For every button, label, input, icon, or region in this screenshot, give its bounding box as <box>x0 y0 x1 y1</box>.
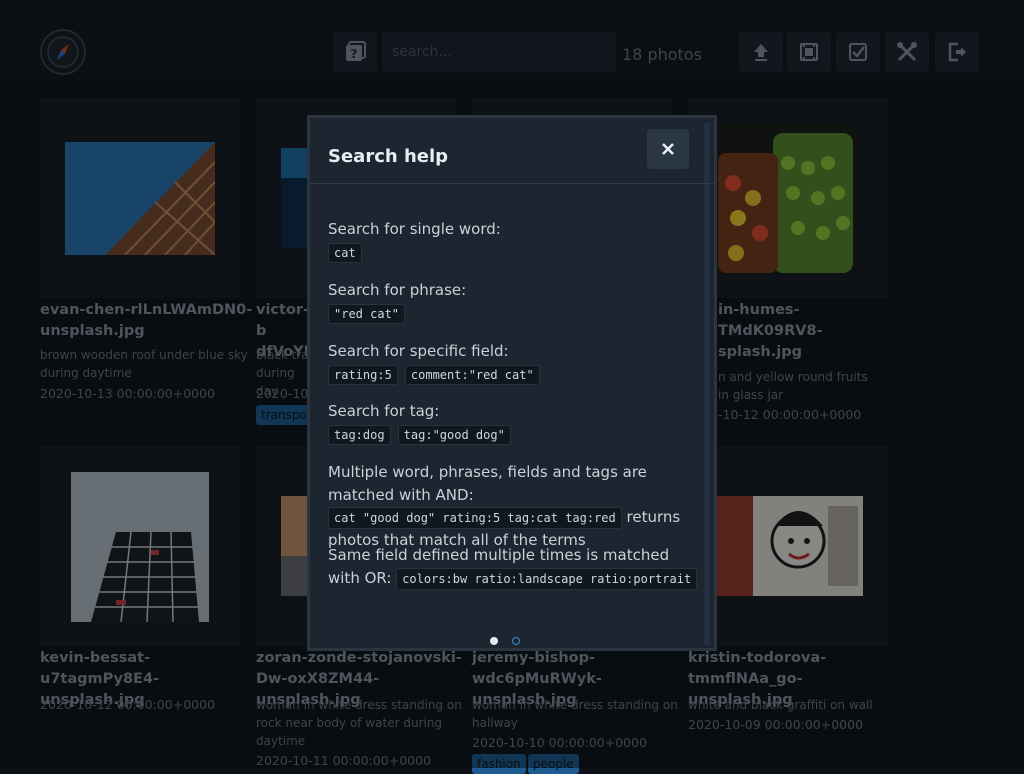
and-text: Multiple word, phrases, fields and tags … <box>328 463 647 504</box>
code-example: comment:"red cat" <box>404 365 540 385</box>
code-example: cat <box>328 243 362 263</box>
close-icon <box>662 143 674 155</box>
tag-example: tag:dog tag:"good dog" <box>328 424 513 445</box>
field-label: Search for specific field: <box>328 342 509 360</box>
close-button[interactable] <box>647 129 689 169</box>
page-dot-1[interactable] <box>490 637 498 645</box>
page-dot-2[interactable] <box>512 637 520 645</box>
and-explanation: Multiple word, phrases, fields and tags … <box>328 461 700 552</box>
code-example: tag:"good dog" <box>397 425 511 445</box>
code-example: "red cat" <box>328 304 406 324</box>
code-example: rating:5 <box>328 365 398 385</box>
modal-scrollbar[interactable] <box>704 122 710 646</box>
or-explanation: Same field defined multiple times is mat… <box>328 544 700 590</box>
pagination-dots <box>490 630 534 649</box>
modal-title: Search help <box>328 146 449 167</box>
search-help-modal: Search help Search for single word: cat … <box>307 115 717 651</box>
code-example: tag:dog <box>328 425 391 445</box>
code-example: cat "good dog" rating:5 tag:cat tag:red <box>328 507 622 529</box>
code-example: colors:bw ratio:landscape ratio:portrait <box>396 567 698 590</box>
phrase-example: "red cat" <box>328 303 407 324</box>
modal-divider <box>310 183 714 184</box>
tag-label: Search for tag: <box>328 402 440 420</box>
field-example: rating:5 comment:"red cat" <box>328 364 542 385</box>
phrase-label: Search for phrase: <box>328 281 467 299</box>
single-word-label: Search for single word: <box>328 220 501 238</box>
single-word-example: cat <box>328 242 364 263</box>
